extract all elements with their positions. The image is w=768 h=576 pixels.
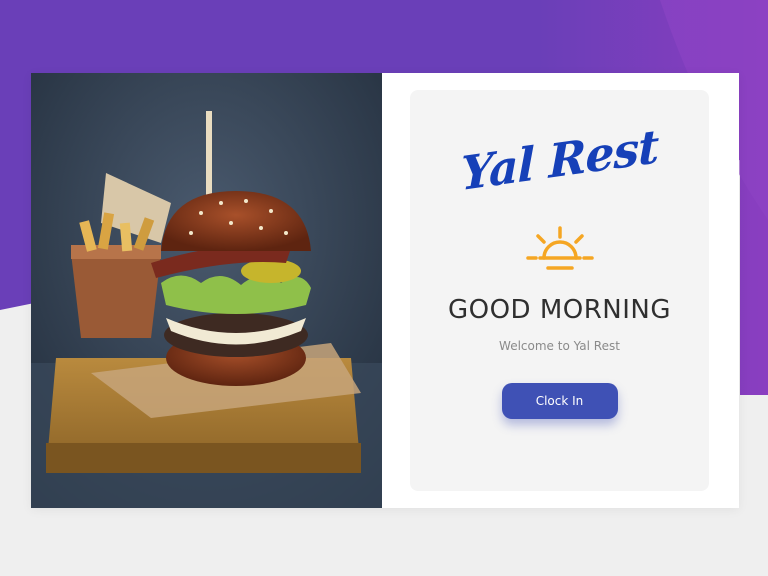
welcome-message: Welcome to Yal Rest [499, 339, 620, 353]
welcome-panel: Yal Rest GOOD MORNING Welcome to Yal Res… [410, 90, 709, 491]
burger-photo [31, 73, 382, 508]
login-card: Yal Rest GOOD MORNING Welcome to Yal Res… [31, 73, 739, 508]
brand-logo: Yal Rest [460, 118, 659, 202]
welcome-area: Yal Rest GOOD MORNING Welcome to Yal Res… [382, 73, 739, 508]
greeting-title: GOOD MORNING [447, 295, 672, 325]
sunrise-icon [524, 224, 596, 285]
clock-in-button[interactable]: Clock In [501, 383, 618, 419]
